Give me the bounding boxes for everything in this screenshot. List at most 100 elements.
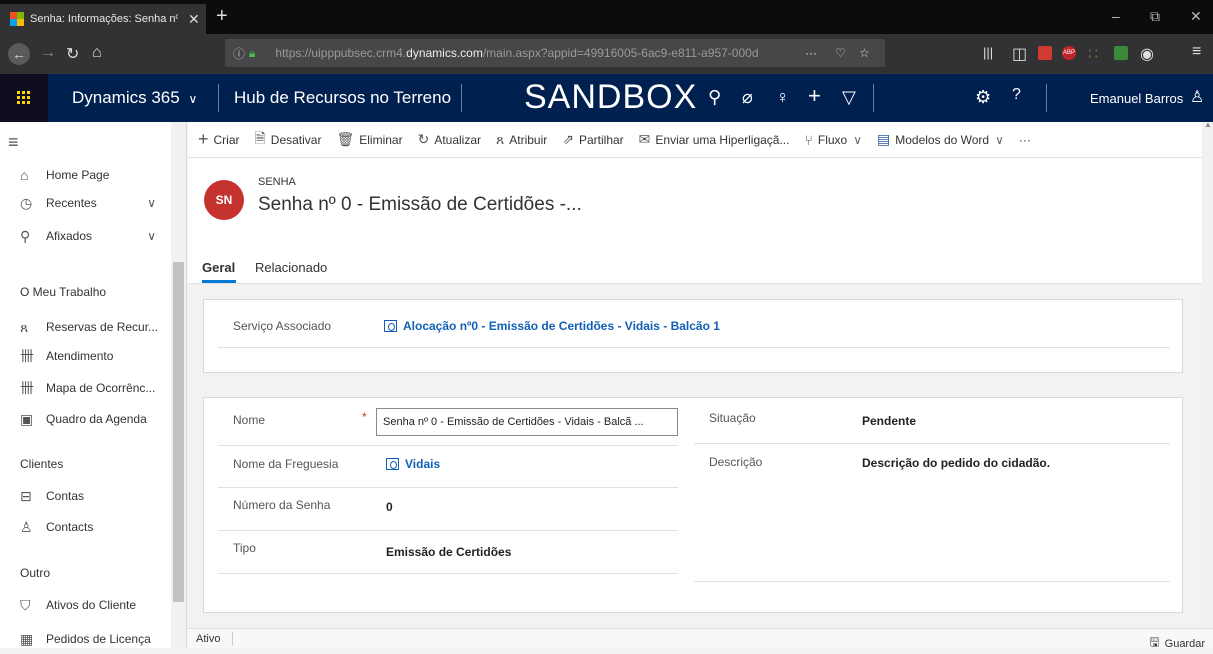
page-actions-icon[interactable]: ··· — [805, 46, 817, 60]
field-divider — [218, 487, 678, 488]
help-icon[interactable]: ? — [1012, 86, 1021, 104]
entity-name: SENHA — [258, 176, 296, 188]
sidebar-item-pedidos[interactable]: ▦ Pedidos de Licença — [0, 626, 170, 652]
new-tab-button[interactable]: + — [216, 5, 228, 28]
assign-button[interactable]: ጸ Atribuir — [496, 131, 547, 148]
email-link-icon: ✉ — [638, 131, 651, 147]
chevron-down-icon[interactable]: ∨ — [147, 229, 156, 243]
user-profile-icon[interactable]: ♙ — [1190, 87, 1204, 107]
sidebar-item-recentes[interactable]: ◷ Recentes ∨ — [0, 190, 170, 216]
refresh-icon: ↻ — [417, 131, 430, 147]
sidebar-group-heading: Clientes — [20, 457, 64, 471]
forward-icon[interactable]: → — [40, 44, 56, 62]
product-name[interactable]: Dynamics 365 ∨ — [72, 88, 197, 108]
grid-icon: 卌 — [20, 380, 34, 396]
sidebar-item-label: Home Page — [46, 168, 110, 182]
delete-button[interactable]: 🗑︎ Eliminar — [336, 131, 402, 148]
sidebar-item-atendimento[interactable]: 卌 Atendimento — [0, 343, 170, 369]
pin-icon: ⚲ — [20, 227, 31, 244]
extension-grid-icon[interactable]: ∷ — [1088, 44, 1098, 64]
tipo-value[interactable]: Emissão de Certidões — [386, 545, 511, 559]
browser-nav-bar: ← → ↻ ⌂ ⓘ 🔒︎ https://uipppubsec.crm4.dyn… — [0, 34, 1213, 74]
browser-menu-icon[interactable]: ≡ — [1192, 43, 1201, 61]
deactivate-button[interactable]: 🗎︎ Desativar — [255, 128, 322, 152]
sidebar-item-label: Recentes — [46, 196, 97, 210]
extension-red-icon[interactable] — [1038, 46, 1052, 60]
save-button[interactable]: 🖫︎ Guardar — [1149, 633, 1205, 654]
main-scrollbar[interactable]: ▲ — [1202, 120, 1213, 628]
nome-field[interactable] — [376, 408, 678, 436]
adblock-plus-icon[interactable]: ABP — [1062, 46, 1076, 60]
tab-geral[interactable]: Geral — [202, 260, 235, 275]
sidebar-item-contas[interactable]: ⊟ Contas — [0, 483, 170, 509]
url-text[interactable]: https://uipppubsec.crm4.dynamics.com/mai… — [275, 46, 795, 60]
bookmark-star-icon[interactable]: ☆ — [859, 46, 870, 60]
numero-label: Número da Senha — [233, 498, 331, 512]
status-divider — [232, 632, 233, 646]
sidebar-group-heading: O Meu Trabalho — [20, 285, 107, 299]
field-divider — [694, 443, 1170, 444]
sidebar-item-quadro[interactable]: ▣ Quadro da Agenda — [0, 406, 170, 432]
settings-gear-icon[interactable]: ⚙ — [975, 87, 991, 108]
app-launcher-icon[interactable] — [0, 74, 48, 122]
more-commands-button[interactable]: ··· — [1019, 133, 1031, 147]
scroll-up-icon[interactable]: ▲ — [1204, 120, 1212, 129]
sidebar-item-afixados[interactable]: ⚲ Afixados ∨ — [0, 223, 170, 249]
pocket-icon[interactable]: ♡ — [835, 46, 846, 60]
sidebar-item-mapa[interactable]: 卌 Mapa de Ocorrênc... — [0, 375, 170, 401]
save-icon: 🖫︎ — [1149, 635, 1160, 649]
home-icon: ⌂ — [20, 167, 29, 183]
reload-icon[interactable]: ↻ — [66, 44, 79, 64]
freguesia-lookup-link[interactable]: Vidais — [386, 457, 440, 471]
descricao-value[interactable]: Descrição do pedido do cidadão. — [862, 456, 1050, 470]
share-button[interactable]: ⇗ Partilhar — [562, 131, 623, 148]
sidebar-scrollbar-thumb[interactable] — [173, 262, 184, 602]
sidebar-item-label: Atendimento — [46, 349, 114, 363]
chevron-down-icon[interactable]: ∨ — [147, 196, 156, 210]
quick-create-icon[interactable]: + — [808, 83, 821, 109]
filter-icon[interactable]: ▽ — [842, 87, 856, 108]
close-tab-icon[interactable]: ✕ — [188, 11, 200, 28]
servico-lookup-link[interactable]: Alocação nº0 - Emissão de Certidões - Vi… — [384, 319, 720, 333]
new-button[interactable]: + Criar — [198, 129, 240, 150]
tab-relacionado[interactable]: Relacionado — [255, 260, 327, 275]
library-icon[interactable]: ||| — [983, 45, 993, 60]
account-circle-icon[interactable]: ◉ — [1140, 44, 1154, 64]
restore-window-button[interactable]: ⧉ — [1150, 8, 1160, 25]
sidebar-item-label: Contas — [46, 489, 85, 503]
sidebar-item-ativos[interactable]: ⛉ Ativos do Cliente — [0, 592, 170, 618]
situacao-value[interactable]: Pendente — [862, 414, 916, 428]
sidebar-item-contacts[interactable]: ♙ Contacts — [0, 514, 170, 540]
sidebar-toggle-icon[interactable]: ◫ — [1012, 44, 1027, 64]
flow-button[interactable]: ⑂ Fluxo ∨ — [804, 132, 862, 148]
browser-tab[interactable]: Senha: Informações: Senha nº 0 ✕ — [0, 4, 206, 34]
search-icon[interactable]: ⚲ — [708, 87, 721, 108]
extension-green-icon[interactable] — [1114, 46, 1128, 60]
sidebar-item-label: Ativos do Cliente — [46, 598, 137, 612]
url-bar[interactable]: ⓘ 🔒︎ https://uipppubsec.crm4.dynamics.co… — [225, 39, 885, 67]
info-icon[interactable]: ⓘ — [233, 45, 245, 62]
refresh-button[interactable]: ↻ Atualizar — [418, 131, 481, 148]
chevron-down-icon: ∨ — [995, 132, 1004, 147]
back-icon[interactable]: ← — [8, 43, 30, 65]
share-icon: ⇗ — [562, 131, 574, 147]
task-icon[interactable]: ⌀ — [742, 87, 753, 108]
numero-value[interactable]: 0 — [386, 500, 393, 514]
lightbulb-icon[interactable]: ♀ — [776, 87, 790, 108]
sidebar-item-reservas[interactable]: ጸ Reservas de Recur... — [0, 314, 170, 340]
sidebar-item-home[interactable]: ⌂ Home Page — [0, 162, 170, 188]
app-name[interactable]: Hub de Recursos no Terreno — [234, 88, 451, 108]
user-name[interactable]: Emanuel Barros — [1090, 91, 1183, 106]
word-templates-button[interactable]: ▤ Modelos do Word ∨ — [877, 131, 1004, 148]
environment-label: SANDBOX — [524, 78, 698, 116]
close-window-button[interactable]: ✕ — [1190, 8, 1202, 25]
browser-tab-title: Senha: Informações: Senha nº 0 — [30, 13, 178, 25]
situacao-label: Situação — [709, 411, 756, 425]
hamburger-menu-icon[interactable]: ≡ — [8, 132, 19, 153]
dynamics-favicon-icon — [10, 12, 24, 26]
minimize-window-button[interactable]: – — [1112, 8, 1120, 24]
lookup-icon — [386, 458, 399, 470]
email-link-button[interactable]: ✉ Enviar uma Hiperligaçã... — [639, 131, 790, 148]
home-browser-icon[interactable]: ⌂ — [92, 44, 102, 62]
person-icon: ♙ — [20, 518, 33, 535]
